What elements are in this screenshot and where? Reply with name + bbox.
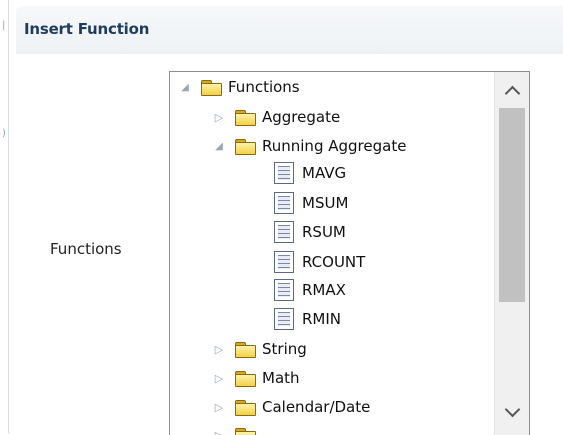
collapsed-triangle-icon[interactable]: ▷	[212, 397, 226, 417]
function-icon	[274, 162, 294, 184]
tree-node-running-aggregate[interactable]: ◢ Running Aggregate	[212, 133, 406, 159]
tree-node-label: Functions	[228, 78, 300, 96]
scroll-down-button[interactable]	[495, 397, 529, 427]
left-panel-edge	[0, 0, 9, 434]
tree-node-msum[interactable]: MSUM	[274, 190, 348, 216]
tree-node-label: MSUM	[302, 194, 349, 212]
expanded-triangle-icon[interactable]: ◢	[178, 77, 192, 97]
tree-node-label: RSUM	[302, 223, 346, 241]
tree-node-rsum[interactable]: RSUM	[274, 219, 346, 245]
tree-node-rmin[interactable]: RMIN	[274, 306, 341, 332]
collapsed-triangle-icon[interactable]: ▷	[212, 107, 226, 127]
collapsed-triangle-icon[interactable]: ▷	[212, 368, 226, 388]
scroll-up-button[interactable]	[495, 76, 529, 106]
folder-icon	[234, 399, 256, 416]
chevron-down-icon	[504, 401, 520, 418]
tree-node-functions[interactable]: ◢ Functions	[178, 74, 300, 100]
tree-node-label: RCOUNT	[302, 253, 366, 271]
folder-icon	[234, 109, 256, 126]
tree-list: ◢ Functions ▷ Aggregate ◢ Running Aggreg…	[170, 72, 495, 435]
tree-node-label: Aggregate	[262, 108, 341, 126]
function-icon	[274, 192, 294, 214]
tree-node-calendar-date[interactable]: ▷ Calendar/Date	[212, 394, 370, 420]
functions-tree[interactable]: ◢ Functions ▷ Aggregate ◢ Running Aggreg…	[169, 71, 530, 435]
scroll-thumb[interactable]	[499, 108, 525, 302]
function-icon	[274, 308, 294, 330]
folder-icon	[234, 341, 256, 358]
folder-icon	[234, 138, 256, 155]
tree-node-label: Running Aggregate	[262, 137, 407, 155]
tree-node-math[interactable]: ▷ Math	[212, 365, 300, 391]
left-panel-fragment: |	[2, 20, 6, 31]
function-icon	[274, 251, 294, 273]
tree-node-mavg[interactable]: MAVG	[274, 160, 346, 186]
tree-node-rcount[interactable]: RCOUNT	[274, 249, 365, 275]
tree-node-label: Calendar/Date	[262, 398, 371, 416]
collapsed-triangle-icon[interactable]: ▷	[212, 339, 226, 359]
folder-icon	[200, 79, 222, 96]
function-icon	[274, 221, 294, 243]
functions-field-label: Functions	[50, 240, 122, 258]
tree-node-label: Math	[262, 369, 300, 387]
tree-node-rmax[interactable]: RMAX	[274, 277, 346, 303]
tree-node-label: String	[262, 340, 307, 358]
tree-node-partial[interactable]: ▷	[212, 422, 262, 435]
tree-node-aggregate[interactable]: ▷ Aggregate	[212, 104, 340, 130]
tree-node-label: RMAX	[302, 281, 346, 299]
expanded-triangle-icon[interactable]: ◢	[212, 136, 226, 156]
function-icon	[274, 279, 294, 301]
tree-node-string[interactable]: ▷ String	[212, 336, 307, 362]
tree-scrollbar[interactable]	[494, 72, 529, 435]
chevron-up-icon	[504, 85, 520, 102]
tree-node-label: RMIN	[302, 310, 342, 328]
left-panel-fragment: )	[2, 128, 6, 139]
dialog-title: Insert Function	[24, 20, 150, 38]
tree-node-label: MAVG	[302, 164, 347, 182]
folder-icon	[234, 370, 256, 387]
